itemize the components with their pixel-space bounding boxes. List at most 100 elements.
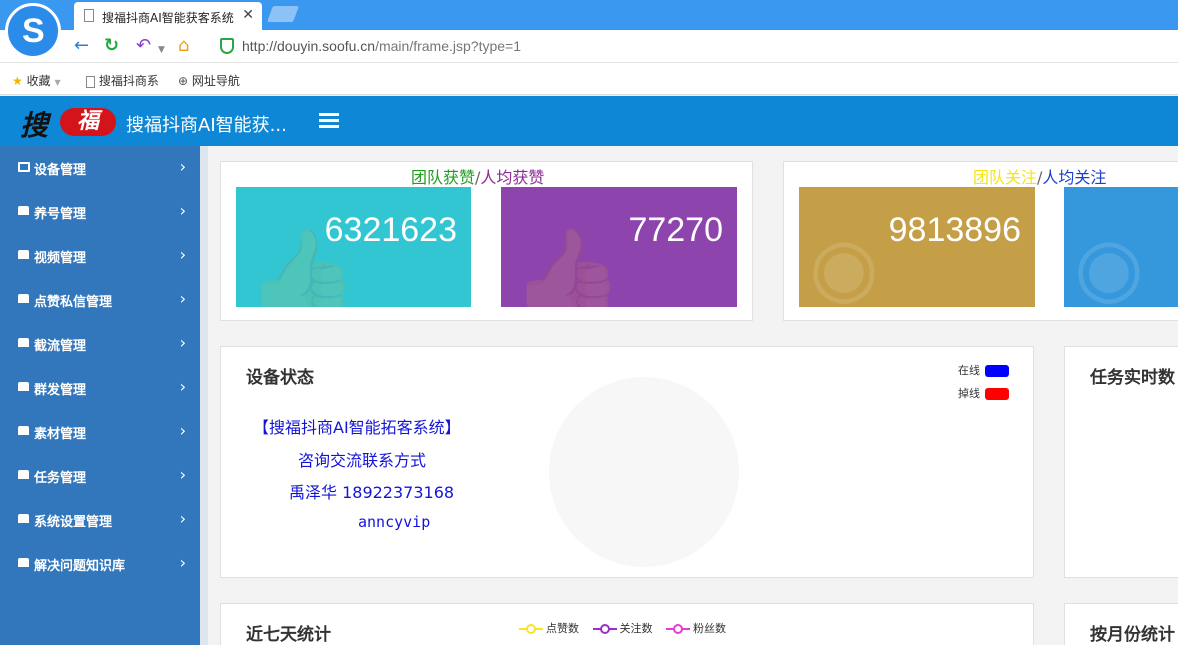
bookmark-label: 搜福抖商系 [98, 74, 159, 88]
chevron-right-icon: › [179, 157, 186, 176]
menu-toggle-icon[interactable] [319, 113, 339, 129]
browser-tab[interactable]: 搜福抖商AI智能获客系统 ✕ [74, 2, 262, 30]
eye-icon: ◉ [809, 220, 879, 307]
chevron-right-icon: › [179, 289, 186, 308]
avg-follows-label: 人均关注 [1042, 168, 1107, 187]
team-likes-card[interactable]: 👍 6321623 [236, 187, 471, 307]
refresh-icon[interactable]: ↻ [104, 36, 119, 56]
undo-icon[interactable]: ↶ [136, 36, 151, 56]
browser-titlebar: 搜福抖商AI智能获客系统 ✕ [0, 0, 1178, 30]
sidebar-item-label: 群发管理 [34, 383, 87, 398]
legend-marker [519, 624, 543, 634]
legend-label: 粉丝数 [693, 622, 726, 635]
sidebar-item-video[interactable]: 视频管理 › [0, 234, 200, 278]
chevron-right-icon: › [179, 245, 186, 264]
team-follows-value: 9813896 [888, 211, 1021, 249]
likes-title: 团队获赞/人均获赞 [411, 164, 544, 188]
sidebar-item-label: 设备管理 [34, 163, 87, 178]
monitor-icon [18, 162, 30, 172]
undo-dropdown-icon[interactable]: ▼ [158, 40, 165, 60]
chevron-right-icon: › [179, 509, 186, 528]
legend-swatch [985, 365, 1009, 377]
home-icon[interactable]: ⌂ [178, 36, 189, 56]
avg-follows-card[interactable]: ◉ [1064, 187, 1178, 307]
sidebar: 设备管理 › 养号管理 › 视频管理 › 点赞私信管理 › 截流管理 › 群发管理 › 素材… [0, 146, 200, 645]
legend-likes[interactable]: 点赞数 [519, 620, 579, 636]
bookmark-nav[interactable]: ⊕ 网址导航 [178, 72, 240, 89]
address-bar[interactable]: http://douyin.soofu.cn/main/frame.jsp?ty… [212, 34, 1178, 59]
sidebar-item-material[interactable]: 素材管理 › [0, 410, 200, 454]
watermark-logo [549, 377, 739, 567]
sidebar-item-label: 截流管理 [34, 339, 87, 354]
url-host: http://douyin.soofu.cn [242, 38, 376, 54]
close-tab-icon[interactable]: ✕ [242, 7, 254, 23]
sidebar-item-account[interactable]: 养号管理 › [0, 190, 200, 234]
monthly-title: 按月份统计 [1090, 625, 1175, 645]
legend-marker [666, 624, 690, 634]
chevron-right-icon: › [179, 377, 186, 396]
seven-days-title: 近七天统计 [246, 625, 331, 645]
bookmark-favorites[interactable]: ★ 收藏 ▼ [12, 72, 61, 89]
sidebar-item-settings[interactable]: 系统设置管理 › [0, 498, 200, 542]
legend-label: 点赞数 [546, 622, 579, 635]
promo-line-3: 禹泽华 18922373168 [289, 483, 455, 502]
legend-fans[interactable]: 粉丝数 [666, 620, 726, 636]
legend-marker [592, 624, 617, 634]
device-status-title: 设备状态 [246, 368, 314, 388]
app-logo[interactable]: 搜 福 [20, 104, 116, 142]
browser-logo[interactable]: S [5, 3, 61, 59]
bookmarks-bar: ★ 收藏 ▼ 搜福抖商系 ⊕ 网址导航 [0, 63, 1178, 95]
team-likes-value: 6321623 [324, 211, 457, 249]
new-tab-button[interactable] [267, 6, 299, 22]
chevron-right-icon: › [179, 465, 186, 484]
avg-likes-card[interactable]: 👍 77270 [501, 187, 737, 307]
secure-shield-icon [220, 38, 234, 54]
bookmark-label: 收藏 [26, 74, 51, 88]
legend-offline: 掉线 [958, 385, 1009, 401]
back-icon[interactable]: ← [74, 36, 89, 56]
legend-label: 掉线 [958, 387, 980, 400]
sidebar-item-like-message[interactable]: 点赞私信管理 › [0, 278, 200, 322]
sidebar-item-label: 视频管理 [34, 251, 87, 266]
sidebar-item-label: 任务管理 [34, 471, 87, 486]
sidebar-item-task[interactable]: 任务管理 › [0, 454, 200, 498]
sidebar-item-label: 系统设置管理 [34, 515, 113, 530]
seven-days-legend: 点赞数 关注数 粉丝数 [519, 620, 736, 636]
chevron-right-icon: › [179, 553, 186, 572]
tab-title: 搜福抖商AI智能获客系统 [102, 11, 234, 25]
gift-icon [18, 558, 29, 567]
globe-icon: ⊕ [178, 74, 189, 88]
sidebar-item-intercept[interactable]: 截流管理 › [0, 322, 200, 366]
sidebar-item-label: 养号管理 [34, 207, 87, 222]
app-header: 搜 福 搜福抖商AI智能获... [0, 96, 1178, 146]
logo-text-a: 搜 [20, 109, 49, 142]
url-text: http://douyin.soofu.cn/main/frame.jsp?ty… [242, 38, 521, 54]
legend-label: 在线 [958, 364, 980, 377]
likes-stat-panel: 团队获赞/人均获赞 👍 6321623 👍 77270 [220, 161, 753, 321]
promo-line-4: anncyvip [358, 513, 431, 531]
sidebar-item-label: 素材管理 [34, 427, 87, 442]
chevron-down-icon: ▼ [54, 78, 61, 87]
sidebar-item-knowledge[interactable]: 解决问题知识库 › [0, 542, 200, 586]
gift-icon [18, 382, 29, 391]
sidebar-item-label: 点赞私信管理 [34, 295, 113, 310]
seven-days-panel: 近七天统计 点赞数 关注数 粉丝数 [220, 603, 1034, 645]
chevron-right-icon: › [179, 333, 186, 352]
sidebar-item-device[interactable]: 设备管理 › [0, 146, 200, 190]
gift-icon [18, 338, 29, 347]
gift-icon [18, 426, 29, 435]
task-realtime-title: 任务实时数 [1090, 368, 1175, 388]
chevron-right-icon: › [179, 201, 186, 220]
url-path: /main/frame.jsp?type=1 [375, 38, 521, 54]
legend-follows[interactable]: 关注数 [592, 620, 653, 636]
legend-label: 关注数 [619, 622, 653, 635]
sidebar-divider [200, 146, 208, 645]
team-follows-card[interactable]: ◉ 9813896 [799, 187, 1035, 307]
gift-icon [18, 294, 29, 303]
sidebar-item-broadcast[interactable]: 群发管理 › [0, 366, 200, 410]
follows-stat-panel: 团队关注/人均关注 ◉ 9813896 ◉ [783, 161, 1178, 321]
team-follows-label: 团队关注 [973, 168, 1038, 187]
eye-slash-icon: ◉ [1074, 220, 1144, 307]
avg-likes-value: 77270 [628, 211, 723, 249]
bookmark-soofu[interactable]: 搜福抖商系 [86, 72, 159, 89]
